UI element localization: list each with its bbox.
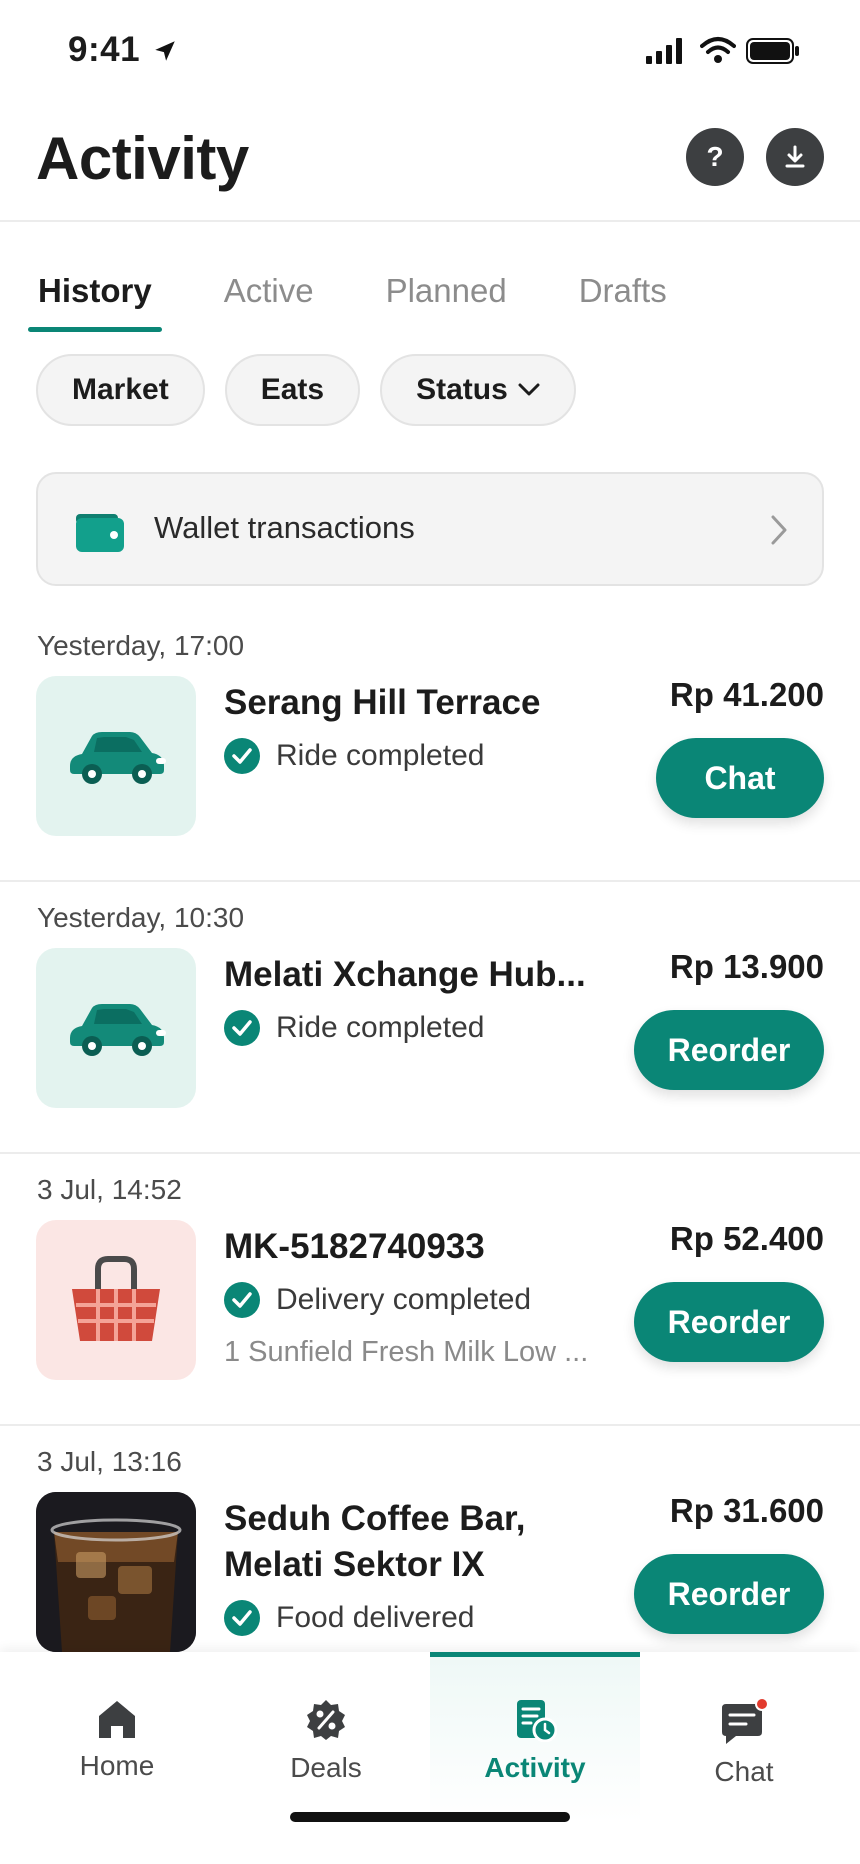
nav-chat[interactable]: Chat — [639, 1652, 849, 1822]
status-label: Food delivered — [276, 1601, 475, 1634]
status-label: Delivery completed — [276, 1283, 532, 1316]
check-circle-icon — [224, 1600, 260, 1636]
iced-coffee-photo — [36, 1492, 196, 1652]
chat-button[interactable]: Chat — [656, 738, 824, 818]
activity-date: Yesterday, 17:00 — [37, 630, 245, 661]
activity-price: Rp 31.600 — [669, 1492, 824, 1529]
filter-chip-eats[interactable]: Eats — [224, 354, 361, 426]
nav-label: Chat — [714, 1756, 774, 1787]
activity-status: Food delivered — [224, 1600, 474, 1636]
chevron-down-icon — [518, 383, 540, 396]
basket-icon — [72, 1256, 160, 1341]
status-label: Ride completed — [276, 1011, 485, 1044]
nav-label: Home — [79, 1750, 155, 1781]
reorder-button[interactable]: Reorder — [634, 1010, 824, 1090]
activity-title-line1: Seduh Coffee Bar, — [224, 1499, 526, 1538]
status-time: 9:41 — [68, 30, 141, 69]
chat-icon — [722, 1698, 769, 1744]
page-title: Activity — [36, 125, 249, 192]
iced-coffee-icon — [36, 1492, 196, 1652]
reorder-button[interactable]: Reorder — [634, 1282, 824, 1362]
activity-title: Serang Hill Terrace — [224, 683, 541, 722]
activity-date: 3 Jul, 14:52 — [37, 1174, 182, 1205]
car-icon — [70, 1004, 166, 1056]
bottom-navigation: Home Deals Activity Chat — [0, 1652, 860, 1864]
battery-icon — [746, 38, 799, 64]
activity-status: Delivery completed — [224, 1282, 531, 1318]
ride-thumbnail — [36, 948, 196, 1108]
activity-price: Rp 13.900 — [669, 948, 824, 985]
home-indicator — [290, 1812, 570, 1822]
tab-active[interactable]: Active — [214, 268, 324, 330]
activity-tabs: History Active Planned Drafts — [28, 268, 729, 332]
activity-item[interactable]: Yesterday, 17:00 Serang Hill Terrace Rid… — [0, 610, 860, 882]
tab-drafts[interactable]: Drafts — [569, 268, 677, 330]
wallet-label: Wallet transactions — [154, 510, 415, 545]
help-button[interactable]: ? — [686, 128, 744, 186]
reorder-button[interactable]: Reorder — [634, 1554, 824, 1634]
activity-status: Ride completed — [224, 1010, 484, 1046]
filter-chip-status[interactable]: Status — [380, 354, 576, 426]
activity-date: 3 Jul, 13:16 — [37, 1446, 182, 1477]
activity-price: Rp 41.200 — [669, 676, 824, 713]
header: Activity ? — [0, 100, 860, 222]
home-icon — [99, 1701, 135, 1738]
check-circle-icon — [224, 738, 260, 774]
cellular-signal-icon — [646, 38, 682, 64]
car-icon — [70, 732, 166, 784]
market-thumbnail — [36, 1220, 196, 1380]
filter-chips: Market Eats Status — [36, 354, 576, 426]
activity-item[interactable]: 3 Jul, 14:52 MK-5182740933 Delivery comp… — [0, 1154, 860, 1426]
activity-title-line2: Melati Sektor IX — [224, 1545, 485, 1584]
check-circle-icon — [224, 1010, 260, 1046]
wallet-icon — [76, 514, 124, 552]
activity-icon — [517, 1700, 557, 1742]
deals-icon — [307, 1700, 345, 1740]
activity-item[interactable]: Yesterday, 10:30 Melati Xchange Hub... R… — [0, 882, 860, 1154]
activity-date: Yesterday, 10:30 — [37, 902, 245, 933]
nav-activity[interactable]: Activity — [430, 1652, 640, 1822]
activity-status: Ride completed — [224, 738, 484, 774]
activity-title: Melati Xchange Hub... — [224, 955, 586, 994]
check-circle-icon — [224, 1282, 260, 1318]
activity-price: Rp 52.400 — [669, 1220, 824, 1257]
tab-history[interactable]: History — [28, 268, 162, 332]
status-label: Ride completed — [276, 739, 485, 772]
location-arrow-icon — [155, 41, 175, 61]
wallet-transactions-link[interactable]: Wallet transactions — [36, 472, 824, 586]
activity-title: Seduh Coffee Bar, Melati Sektor IX — [224, 1496, 525, 1588]
chevron-right-icon — [771, 515, 787, 545]
download-button[interactable] — [766, 128, 824, 186]
download-icon — [785, 145, 805, 168]
notification-dot — [755, 1698, 769, 1711]
wifi-icon — [700, 37, 736, 63]
chip-label: Market — [72, 373, 169, 406]
chip-label: Status — [416, 373, 508, 406]
chip-label: Eats — [260, 373, 325, 406]
ride-thumbnail — [36, 676, 196, 836]
activity-subtitle: 1 Sunfield Fresh Milk Low ... — [224, 1336, 589, 1368]
status-bar: 9:41 — [0, 0, 860, 100]
tab-planned[interactable]: Planned — [376, 268, 517, 330]
activity-title: MK-5182740933 — [224, 1227, 485, 1266]
nav-label: Deals — [290, 1752, 362, 1783]
filter-chip-market[interactable]: Market — [36, 354, 205, 426]
nav-deals[interactable]: Deals — [221, 1652, 431, 1822]
help-icon: ? — [706, 141, 724, 172]
nav-home[interactable]: Home — [12, 1652, 222, 1822]
nav-label: Activity — [484, 1752, 586, 1783]
